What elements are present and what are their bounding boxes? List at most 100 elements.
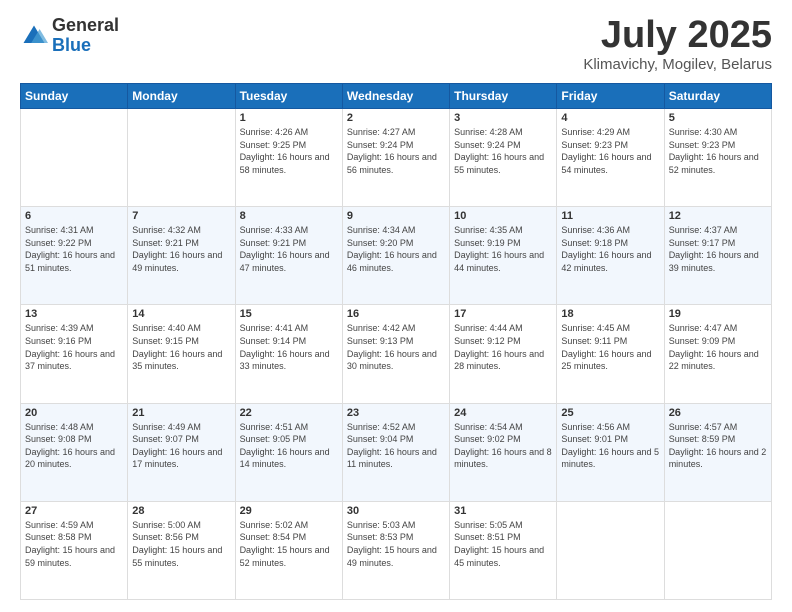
day-number: 6: [25, 210, 123, 222]
title-location: Klimavichy, Mogilev, Belarus: [583, 56, 772, 73]
col-saturday: Saturday: [664, 84, 771, 109]
calendar-cell: 10Sunrise: 4:35 AMSunset: 9:19 PMDayligh…: [450, 207, 557, 305]
day-info: Sunrise: 4:54 AMSunset: 9:02 PMDaylight:…: [454, 421, 552, 471]
day-info: Sunrise: 4:47 AMSunset: 9:09 PMDaylight:…: [669, 322, 767, 372]
day-number: 16: [347, 308, 445, 320]
col-sunday: Sunday: [21, 84, 128, 109]
logo-blue-text: Blue: [52, 36, 119, 56]
calendar-cell: 12 Sunrise: 4:37 AMSunset: 9:17 PMDayligh…: [664, 207, 771, 305]
calendar-cell: 6 Sunrise: 4:31 AMSunset: 9:22 PMDaylight…: [21, 207, 128, 305]
calendar-cell: 1 Sunrise: 4:26 AMSunset: 9:25 PMDaylight…: [235, 109, 342, 207]
calendar-cell: 21 Sunrise: 4:49 AMSunset: 9:07 PMDayligh…: [128, 403, 235, 501]
calendar-cell: 8 Sunrise: 4:33 AMSunset: 9:21 PMDaylight…: [235, 207, 342, 305]
day-info: Sunrise: 4:51 AMSunset: 9:05 PMDaylight:…: [240, 421, 338, 471]
day-number: 4: [561, 112, 659, 124]
calendar-cell: 11 Sunrise: 4:36 AMSunset: 9:18 PMDayligh…: [557, 207, 664, 305]
calendar-cell: 16 Sunrise: 4:42 AMSunset: 9:13 PMDayligh…: [342, 305, 449, 403]
day-info: Sunrise: 4:28 AMSunset: 9:24 PMDaylight:…: [454, 126, 552, 176]
title-month: July 2025: [583, 16, 772, 54]
logo-general-text: General: [52, 16, 119, 36]
day-info: Sunrise: 4:49 AMSunset: 9:07 PMDaylight:…: [132, 421, 230, 471]
day-number: 21: [132, 407, 230, 419]
calendar-week-row: 27Sunrise: 4:59 AMSunset: 8:58 PMDayligh…: [21, 501, 772, 599]
day-info: Sunrise: 4:27 AMSunset: 9:24 PMDaylight:…: [347, 126, 445, 176]
day-info: Sunrise: 4:57 AMSunset: 8:59 PMDaylight:…: [669, 421, 767, 471]
day-number: 27: [25, 505, 123, 517]
day-number: 10: [454, 210, 552, 222]
day-number: 17: [454, 308, 552, 320]
day-number: 19: [669, 308, 767, 320]
day-number: 24: [454, 407, 552, 419]
day-info: Sunrise: 4:29 AMSunset: 9:23 PMDaylight:…: [561, 126, 659, 176]
calendar-cell: 22 Sunrise: 4:51 AMSunset: 9:05 PMDayligh…: [235, 403, 342, 501]
day-number: 22: [240, 407, 338, 419]
day-info: Sunrise: 5:03 AMSunset: 8:53 PMDaylight:…: [347, 519, 445, 569]
day-info: Sunrise: 4:33 AMSunset: 9:21 PMDaylight:…: [240, 224, 338, 274]
day-number: 30: [347, 505, 445, 517]
calendar-cell: 5Sunrise: 4:30 AMSunset: 9:23 PMDaylight…: [664, 109, 771, 207]
calendar-cell: 13Sunrise: 4:39 AMSunset: 9:16 PMDayligh…: [21, 305, 128, 403]
day-number: 11: [561, 210, 659, 222]
day-number: 29: [240, 505, 338, 517]
calendar-cell: [557, 501, 664, 599]
calendar-cell: 20Sunrise: 4:48 AMSunset: 9:08 PMDayligh…: [21, 403, 128, 501]
col-monday: Monday: [128, 84, 235, 109]
day-info: Sunrise: 4:32 AMSunset: 9:21 PMDaylight:…: [132, 224, 230, 274]
day-info: Sunrise: 4:31 AMSunset: 9:22 PMDaylight:…: [25, 224, 123, 274]
day-info: Sunrise: 4:52 AMSunset: 9:04 PMDaylight:…: [347, 421, 445, 471]
logo-text: General Blue: [52, 16, 119, 56]
day-info: Sunrise: 4:56 AMSunset: 9:01 PMDaylight:…: [561, 421, 659, 471]
day-info: Sunrise: 4:39 AMSunset: 9:16 PMDaylight:…: [25, 322, 123, 372]
day-info: Sunrise: 5:05 AMSunset: 8:51 PMDaylight:…: [454, 519, 552, 569]
logo-icon: [20, 22, 48, 50]
calendar-week-row: 6 Sunrise: 4:31 AMSunset: 9:22 PMDaylight…: [21, 207, 772, 305]
calendar-cell: 28 Sunrise: 5:00 AMSunset: 8:56 PMDayligh…: [128, 501, 235, 599]
day-number: 25: [561, 407, 659, 419]
calendar-cell: 25 Sunrise: 4:56 AMSunset: 9:01 PMDayligh…: [557, 403, 664, 501]
calendar-week-row: 13Sunrise: 4:39 AMSunset: 9:16 PMDayligh…: [21, 305, 772, 403]
day-number: 12: [669, 210, 767, 222]
col-tuesday: Tuesday: [235, 84, 342, 109]
calendar-cell: 27Sunrise: 4:59 AMSunset: 8:58 PMDayligh…: [21, 501, 128, 599]
day-number: 1: [240, 112, 338, 124]
day-info: Sunrise: 4:45 AMSunset: 9:11 PMDaylight:…: [561, 322, 659, 372]
day-info: Sunrise: 4:26 AMSunset: 9:25 PMDaylight:…: [240, 126, 338, 176]
day-number: 5: [669, 112, 767, 124]
day-number: 2: [347, 112, 445, 124]
day-number: 8: [240, 210, 338, 222]
weekday-header-row: Sunday Monday Tuesday Wednesday Thursday…: [21, 84, 772, 109]
day-info: Sunrise: 4:42 AMSunset: 9:13 PMDaylight:…: [347, 322, 445, 372]
day-number: 28: [132, 505, 230, 517]
day-info: Sunrise: 5:00 AMSunset: 8:56 PMDaylight:…: [132, 519, 230, 569]
calendar-cell: [21, 109, 128, 207]
header: General Blue July 2025 Klimavichy, Mogil…: [20, 16, 772, 73]
calendar-cell: [128, 109, 235, 207]
day-number: 18: [561, 308, 659, 320]
day-info: Sunrise: 4:41 AMSunset: 9:14 PMDaylight:…: [240, 322, 338, 372]
calendar-cell: 24 Sunrise: 4:54 AMSunset: 9:02 PMDayligh…: [450, 403, 557, 501]
day-info: Sunrise: 4:34 AMSunset: 9:20 PMDaylight:…: [347, 224, 445, 274]
calendar-cell: 31 Sunrise: 5:05 AMSunset: 8:51 PMDayligh…: [450, 501, 557, 599]
col-wednesday: Wednesday: [342, 84, 449, 109]
day-info: Sunrise: 4:44 AMSunset: 9:12 PMDaylight:…: [454, 322, 552, 372]
calendar-week-row: 20Sunrise: 4:48 AMSunset: 9:08 PMDayligh…: [21, 403, 772, 501]
calendar-week-row: 1 Sunrise: 4:26 AMSunset: 9:25 PMDaylight…: [21, 109, 772, 207]
calendar-cell: 23 Sunrise: 4:52 AMSunset: 9:04 PMDayligh…: [342, 403, 449, 501]
calendar-cell: 19 Sunrise: 4:47 AMSunset: 9:09 PMDayligh…: [664, 305, 771, 403]
col-thursday: Thursday: [450, 84, 557, 109]
day-number: 14: [132, 308, 230, 320]
day-info: Sunrise: 4:36 AMSunset: 9:18 PMDaylight:…: [561, 224, 659, 274]
day-number: 31: [454, 505, 552, 517]
day-number: 20: [25, 407, 123, 419]
day-info: Sunrise: 4:37 AMSunset: 9:17 PMDaylight:…: [669, 224, 767, 274]
calendar-cell: 17 Sunrise: 4:44 AMSunset: 9:12 PMDayligh…: [450, 305, 557, 403]
calendar-cell: 18 Sunrise: 4:45 AMSunset: 9:11 PMDayligh…: [557, 305, 664, 403]
calendar-cell: 7 Sunrise: 4:32 AMSunset: 9:21 PMDaylight…: [128, 207, 235, 305]
day-info: Sunrise: 4:40 AMSunset: 9:15 PMDaylight:…: [132, 322, 230, 372]
calendar-cell: 2 Sunrise: 4:27 AMSunset: 9:24 PMDaylight…: [342, 109, 449, 207]
calendar-cell: [664, 501, 771, 599]
calendar-cell: 15Sunrise: 4:41 AMSunset: 9:14 PMDayligh…: [235, 305, 342, 403]
day-number: 23: [347, 407, 445, 419]
day-number: 7: [132, 210, 230, 222]
title-block: July 2025 Klimavichy, Mogilev, Belarus: [583, 16, 772, 73]
